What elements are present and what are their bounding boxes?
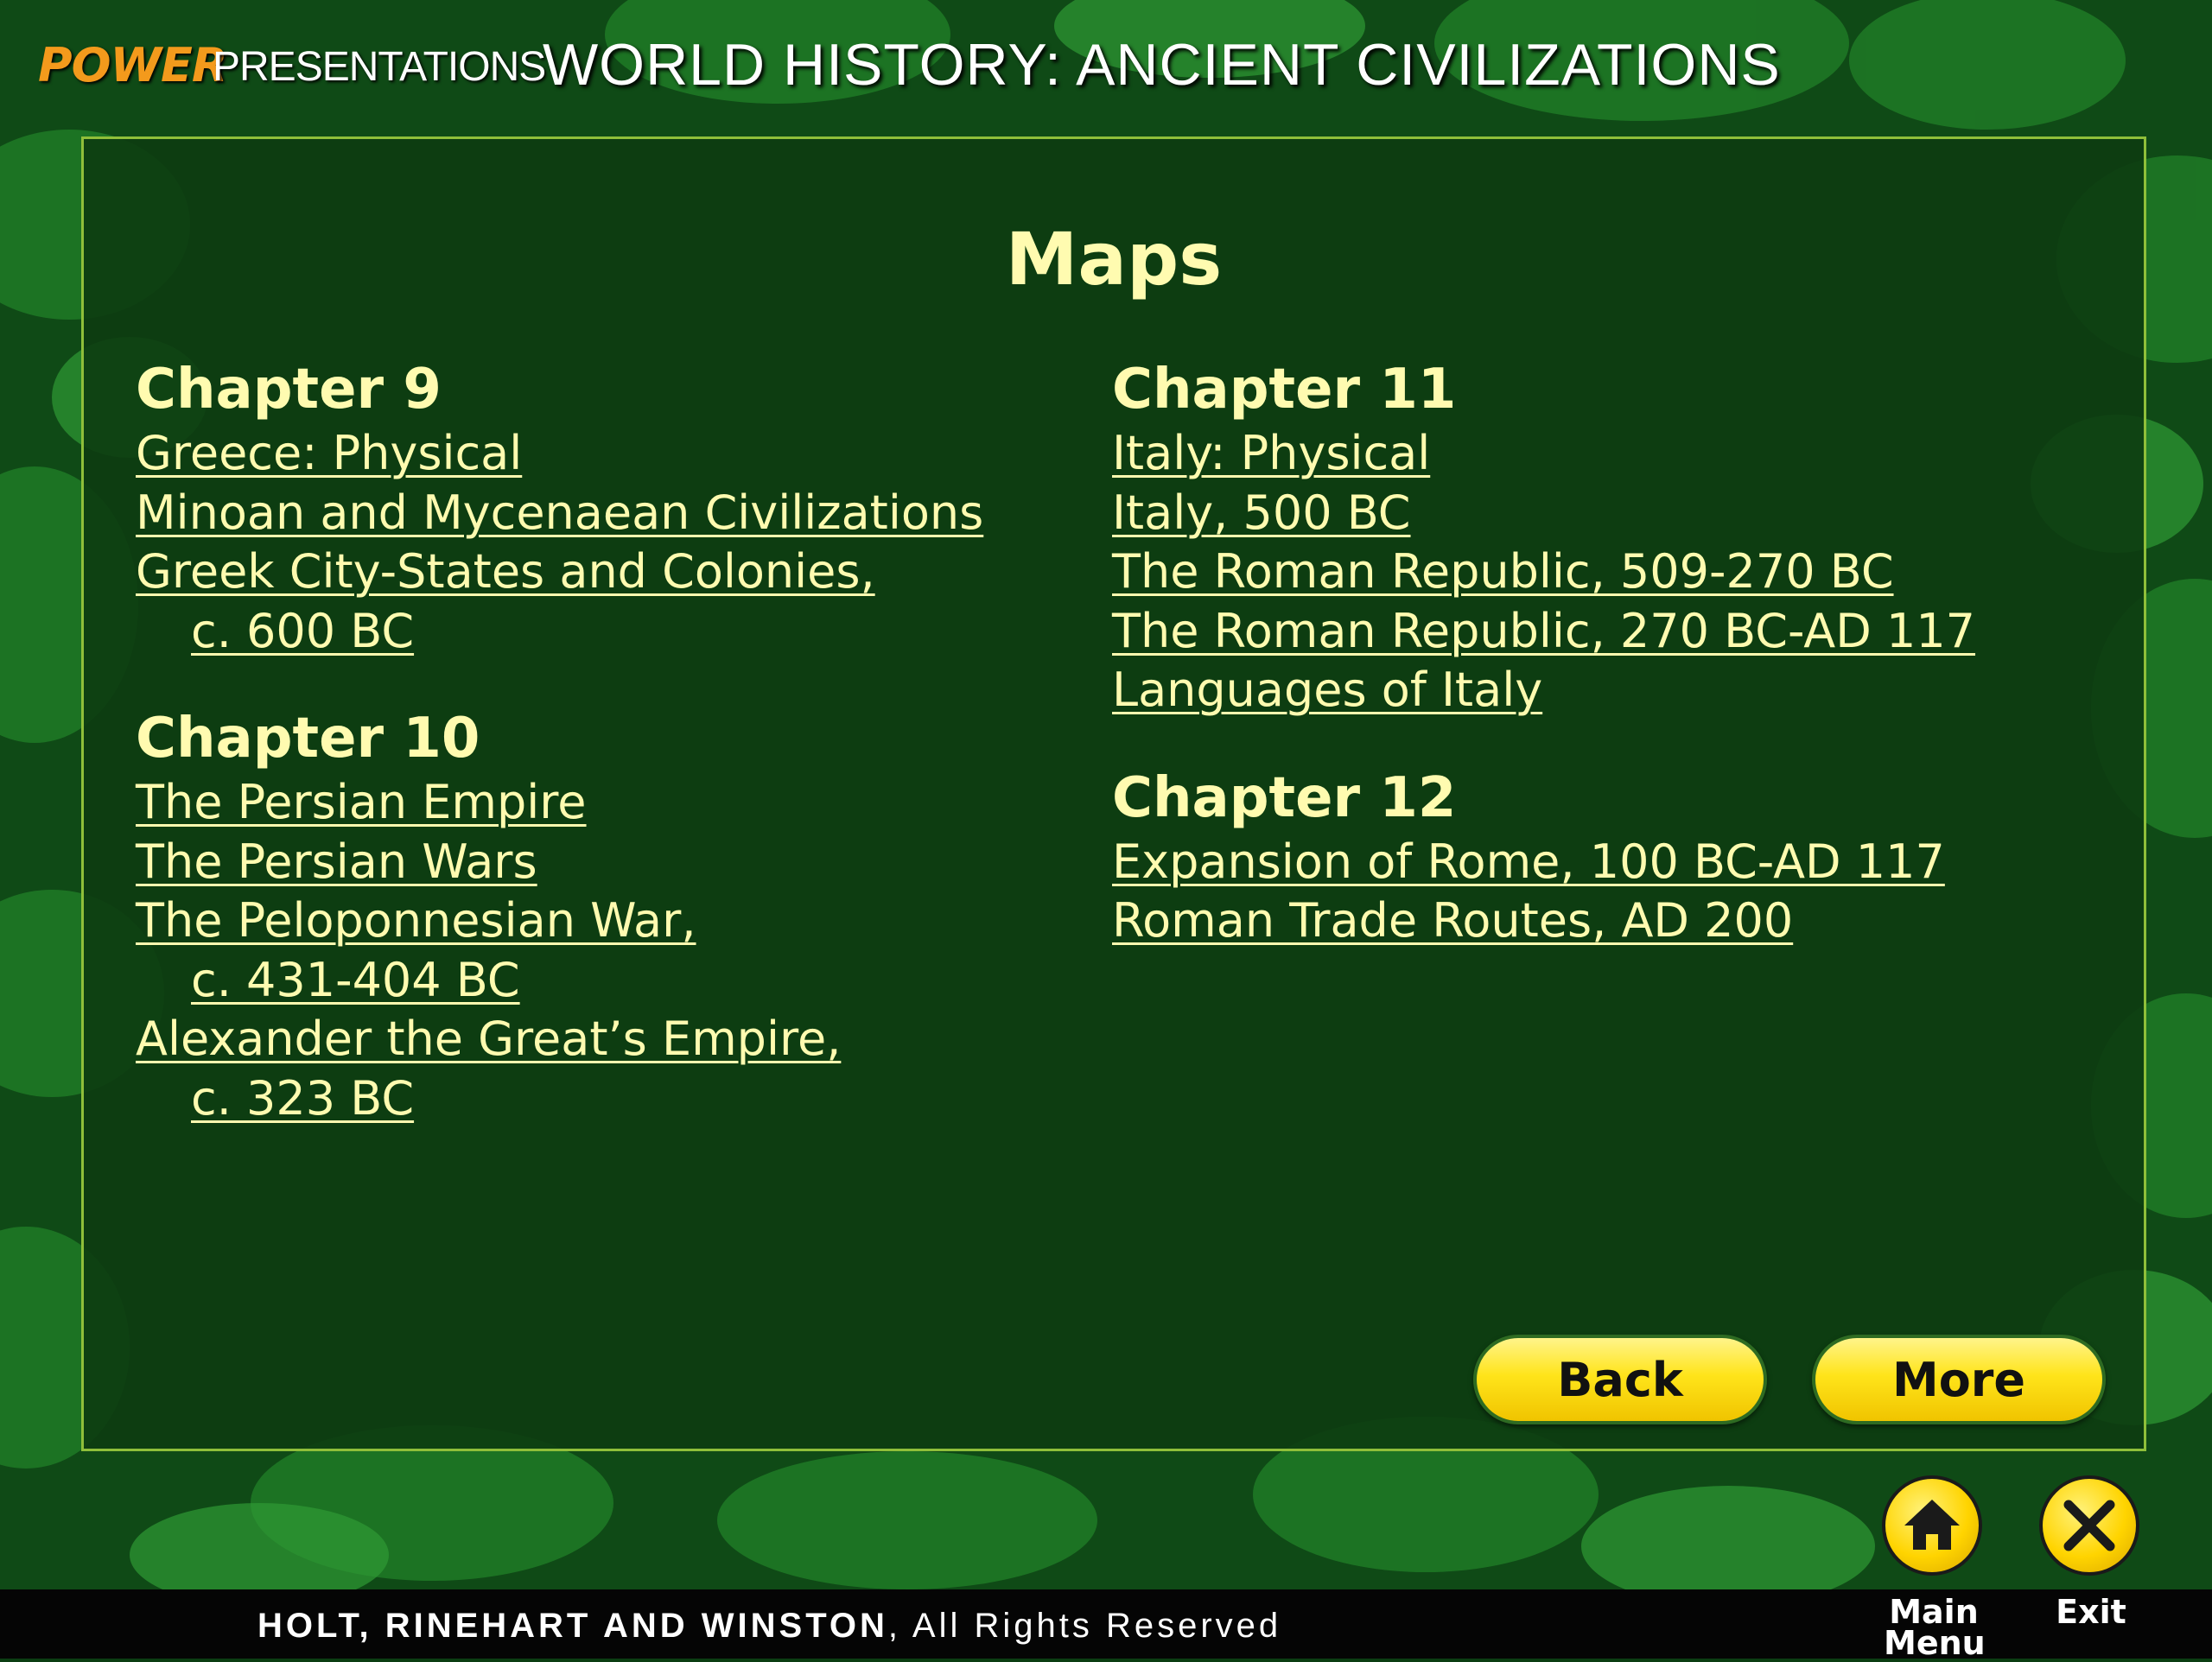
maps-panel: Maps Chapter 9 Greece: Physical Minoan a… [81,136,2146,1451]
copyright-notice: HOLT, RINEHART AND WINSTON, All Rights R… [257,1607,1281,1646]
brand-power-logo: POWER [38,38,228,92]
brand-presentations-logo: PRESENTATIONS [213,44,546,90]
right-column: Chapter 11 Italy: Physical Italy, 500 BC… [1112,355,2106,951]
page-title: Maps [1005,217,1223,301]
rights-text: , All Rights Reserved [887,1607,1282,1645]
map-link-roman-republic-270-117[interactable]: The Roman Republic, 270 BC-AD 117 [1112,602,2106,662]
close-icon [2063,1500,2115,1551]
main-menu-label: Main Menu [1884,1593,1986,1662]
chapter-12-heading: Chapter 12 [1112,765,1457,830]
exit-label: Exit [2056,1593,2126,1631]
map-link-greece-physical[interactable]: Greece: Physical [136,424,1069,484]
home-icon [1904,1500,1960,1550]
map-link-italy-500bc[interactable]: Italy, 500 BC [1112,484,2106,543]
chapter-11-heading: Chapter 11 [1112,358,1457,422]
left-column: Chapter 9 Greece: Physical Minoan and My… [136,355,1069,1128]
main-menu-button[interactable] [1882,1475,1982,1576]
map-link-languages-of-italy[interactable]: Languages of Italy [1112,661,2106,720]
chapter-9-heading: Chapter 9 [136,358,442,422]
map-link-minoan-mycenaean[interactable]: Minoan and Mycenaean Civilizations [136,484,1069,543]
map-link-alexander-empire[interactable]: Alexander the Great’s Empire, c. 323 BC [136,1010,1069,1128]
map-link-expansion-of-rome[interactable]: Expansion of Rome, 100 BC-AD 117 [1112,833,2106,892]
exit-button[interactable] [2039,1475,2139,1576]
map-link-persian-wars[interactable]: The Persian Wars [136,833,1069,892]
app-header: POWER PRESENTATIONS WORLD HISTORY: ANCIE… [0,0,2212,130]
map-link-persian-empire[interactable]: The Persian Empire [136,773,1069,833]
back-button[interactable]: Back [1473,1335,1767,1424]
course-title: WORLD HISTORY: ANCIENT CIVILIZATIONS [543,32,1781,98]
chapter-10-heading: Chapter 10 [136,707,480,771]
map-link-greek-city-states[interactable]: Greek City-States and Colonies, c. 600 BC [136,542,1069,661]
more-button[interactable]: More [1812,1335,2106,1424]
map-link-roman-republic-509-270[interactable]: The Roman Republic, 509-270 BC [1112,542,2106,602]
publisher-name: HOLT, RINEHART AND WINSTON [257,1607,888,1645]
map-link-italy-physical[interactable]: Italy: Physical [1112,424,2106,484]
map-link-roman-trade-routes[interactable]: Roman Trade Routes, AD 200 [1112,891,2106,951]
map-link-peloponnesian-war[interactable]: The Peloponnesian War, c. 431-404 BC [136,891,1069,1010]
